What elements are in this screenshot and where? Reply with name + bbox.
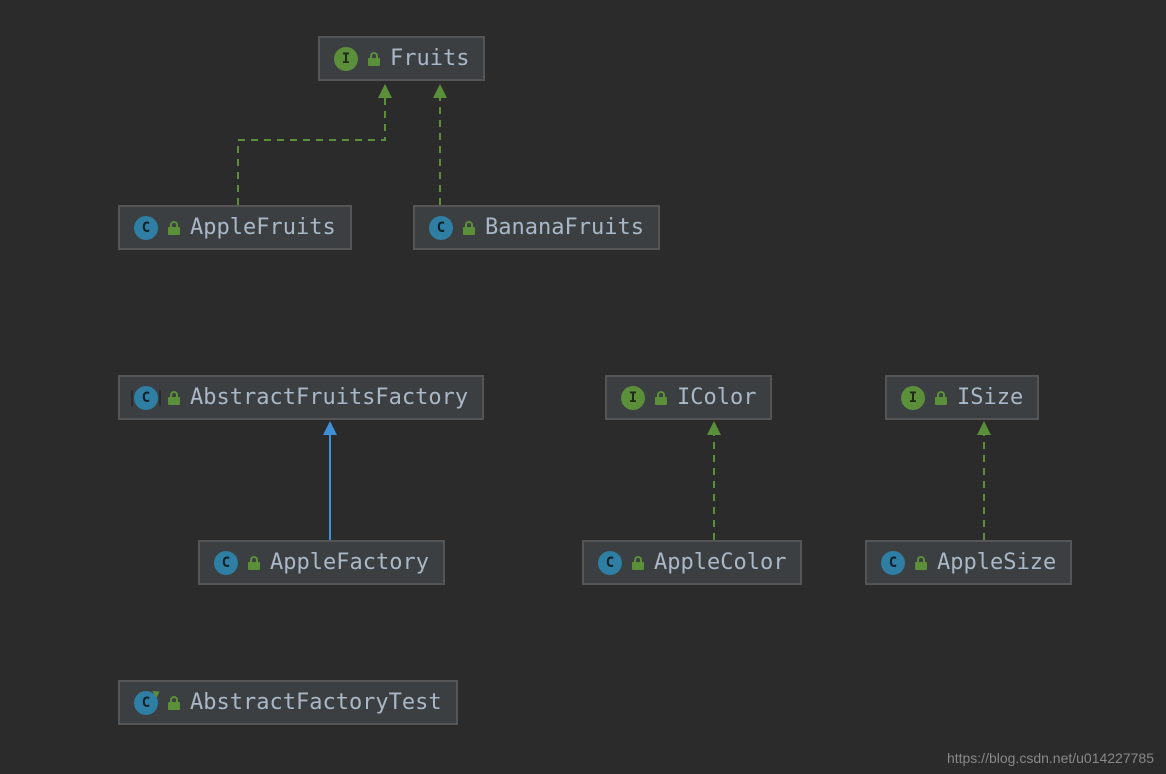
lock-icon: [655, 391, 667, 405]
lock-icon: [168, 696, 180, 710]
class-icon: C: [214, 551, 238, 575]
class-icon: C: [134, 216, 158, 240]
node-isize[interactable]: I ISize: [885, 375, 1039, 420]
node-banana-fruits[interactable]: C BananaFruits: [413, 205, 660, 250]
node-label: BananaFruits: [485, 215, 644, 240]
interface-icon: I: [901, 386, 925, 410]
abstract-class-icon: C: [134, 386, 158, 410]
interface-icon: I: [621, 386, 645, 410]
node-fruits[interactable]: I Fruits: [318, 36, 485, 81]
node-label: AppleSize: [937, 550, 1056, 575]
interface-icon: I: [334, 47, 358, 71]
node-label: IColor: [677, 385, 756, 410]
node-label: ISize: [957, 385, 1023, 410]
node-icolor[interactable]: I IColor: [605, 375, 772, 420]
node-apple-fruits[interactable]: C AppleFruits: [118, 205, 352, 250]
node-abstract-fruits-factory[interactable]: C AbstractFruitsFactory: [118, 375, 484, 420]
node-label: AbstractFruitsFactory: [190, 385, 468, 410]
lock-icon: [168, 221, 180, 235]
lock-icon: [368, 52, 380, 66]
node-label: AppleFactory: [270, 550, 429, 575]
uml-diagram-canvas: I Fruits C AppleFruits C BananaFruits C …: [0, 0, 1166, 774]
runnable-class-icon: C: [134, 691, 158, 715]
node-label: AbstractFactoryTest: [190, 690, 442, 715]
node-apple-size[interactable]: C AppleSize: [865, 540, 1072, 585]
node-abstract-factory-test[interactable]: C AbstractFactoryTest: [118, 680, 458, 725]
node-apple-color[interactable]: C AppleColor: [582, 540, 802, 585]
node-apple-factory[interactable]: C AppleFactory: [198, 540, 445, 585]
lock-icon: [915, 556, 927, 570]
lock-icon: [463, 221, 475, 235]
lock-icon: [632, 556, 644, 570]
node-label: Fruits: [390, 46, 469, 71]
node-label: AppleFruits: [190, 215, 336, 240]
node-label: AppleColor: [654, 550, 786, 575]
class-icon: C: [429, 216, 453, 240]
lock-icon: [248, 556, 260, 570]
class-icon: C: [598, 551, 622, 575]
class-icon: C: [881, 551, 905, 575]
lock-icon: [935, 391, 947, 405]
lock-icon: [168, 391, 180, 405]
watermark-text: https://blog.csdn.net/u014227785: [947, 750, 1154, 766]
